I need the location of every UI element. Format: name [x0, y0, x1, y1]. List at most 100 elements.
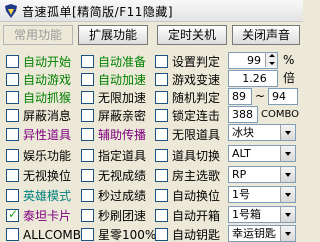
col1-option-8[interactable]: 泰坦卡片: [6, 207, 78, 224]
key-select-dropdown[interactable]: 幸运钥匙: [228, 225, 296, 242]
combo-value-field[interactable]: 388: [228, 106, 258, 123]
checkbox[interactable]: [155, 169, 168, 182]
spin-down-icon[interactable]: [265, 60, 277, 67]
checkbox[interactable]: [6, 207, 19, 222]
col2-option-9[interactable]: 星零100%: [81, 227, 157, 242]
judge-value-spinner[interactable]: 99: [228, 52, 278, 69]
option-label: 辅助传播: [98, 128, 147, 142]
col3-option-8[interactable]: 自动开箱: [155, 208, 227, 224]
option-label: 自动抓猴: [23, 91, 72, 105]
host-song-dropdown[interactable]: RP: [228, 166, 296, 183]
col2-option-4[interactable]: 辅助传播: [81, 127, 153, 143]
option-label: 娱乐功能: [23, 149, 72, 163]
checkbox[interactable]: [155, 109, 168, 122]
spin-up-icon[interactable]: [265, 53, 277, 60]
checkbox[interactable]: [155, 73, 168, 86]
mute-sound-button[interactable]: 关闭声音: [232, 25, 300, 45]
option-label: 秒刷团速: [98, 209, 147, 223]
expand-functions-button[interactable]: 扩展功能: [78, 25, 148, 45]
col1-option-5[interactable]: 娱乐功能: [6, 148, 78, 164]
checkbox[interactable]: [155, 228, 168, 241]
option-label: 自动换位: [172, 189, 221, 203]
random-max-field[interactable]: 94: [268, 88, 298, 105]
chevron-down-icon[interactable]: [280, 207, 295, 222]
col1-option-7[interactable]: 英雄模式: [6, 188, 78, 204]
option-label: 星零100%: [98, 228, 157, 242]
random-separator: ~: [255, 89, 266, 103]
col2-option-8[interactable]: 秒刷团速: [81, 208, 153, 224]
checkbox[interactable]: [81, 55, 94, 68]
chevron-down-icon[interactable]: [280, 146, 295, 161]
col1-option-9[interactable]: ALLCOMBO: [6, 227, 90, 242]
col3-option-9[interactable]: 自动钥匙: [155, 227, 227, 242]
col2-option-6[interactable]: 无视成绩: [81, 168, 153, 184]
random-min-field[interactable]: 89: [228, 88, 252, 105]
checkbox[interactable]: [6, 55, 19, 68]
col3-option-6[interactable]: 房主选歌: [155, 168, 227, 184]
col3-option-4[interactable]: 无限道具: [155, 127, 227, 143]
col2-option-5[interactable]: 指定道具: [81, 148, 153, 164]
col3-option-7[interactable]: 自动换位: [155, 188, 227, 204]
option-label: 秒过成绩: [98, 189, 147, 203]
col3-option-0[interactable]: 设置判定: [155, 54, 227, 70]
checkbox[interactable]: [6, 169, 19, 182]
checkbox[interactable]: [81, 209, 94, 222]
option-label: 房主选歌: [172, 169, 221, 183]
chevron-down-icon[interactable]: [280, 226, 295, 241]
checkbox[interactable]: [81, 149, 94, 162]
col1-option-1[interactable]: 自动游戏: [6, 72, 78, 88]
checkbox[interactable]: [155, 189, 168, 202]
item-select-dropdown[interactable]: 冰块: [228, 124, 296, 141]
checkbox[interactable]: [155, 209, 168, 222]
checkbox[interactable]: [155, 128, 168, 141]
checkbox[interactable]: [6, 189, 19, 202]
common-functions-button[interactable]: 常用功能: [3, 25, 73, 45]
checkbox[interactable]: [155, 91, 168, 104]
col2-option-7[interactable]: 秒过成绩: [81, 188, 153, 204]
checkbox[interactable]: [6, 109, 19, 122]
option-label: 自动游戏: [23, 73, 72, 87]
checkbox[interactable]: [81, 189, 94, 202]
checkbox[interactable]: [81, 109, 94, 122]
col1-option-3[interactable]: 屏蔽消息: [6, 108, 78, 124]
checkbox[interactable]: [81, 228, 94, 241]
col1-option-0[interactable]: 自动开始: [6, 54, 78, 70]
col3-option-3[interactable]: 锁定连击: [155, 108, 227, 124]
col3-option-2[interactable]: 随机判定: [155, 90, 227, 106]
switch-key-dropdown[interactable]: ALT: [228, 145, 296, 162]
checkbox[interactable]: [81, 128, 94, 141]
checkbox[interactable]: [81, 169, 94, 182]
speed-value-field[interactable]: 1.26: [228, 70, 278, 87]
checkbox[interactable]: [155, 149, 168, 162]
chevron-down-icon[interactable]: [280, 125, 295, 140]
col2-option-0[interactable]: 自动准备: [81, 54, 153, 70]
checkbox[interactable]: [6, 91, 19, 104]
chevron-down-icon[interactable]: [280, 167, 295, 182]
option-label: 异性道具: [23, 128, 72, 142]
app-icon: [5, 4, 17, 18]
checkbox[interactable]: [6, 73, 19, 86]
checkbox[interactable]: [81, 91, 94, 104]
box-select-dropdown[interactable]: 1号箱: [228, 206, 296, 223]
option-label: 泰坦卡片: [23, 209, 72, 223]
col2-option-3[interactable]: 屏蔽亲密: [81, 108, 153, 124]
chevron-down-icon[interactable]: [280, 187, 295, 202]
checkbox[interactable]: [81, 73, 94, 86]
col3-option-5[interactable]: 道具切换: [155, 148, 227, 164]
box-select-value: 1号箱: [232, 208, 261, 221]
swap-pos-dropdown[interactable]: 1号: [228, 186, 296, 203]
timer-shutdown-button[interactable]: 定时关机: [157, 25, 227, 45]
title-bar[interactable]: 音速孤单[精简版/F11隐藏]: [0, 0, 303, 22]
checkbox[interactable]: [6, 149, 19, 162]
col2-option-1[interactable]: 自动加速: [81, 72, 153, 88]
option-label: 道具切换: [172, 149, 221, 163]
item-select-value: 冰块: [232, 126, 254, 139]
checkbox[interactable]: [6, 228, 19, 241]
col1-option-6[interactable]: 无视换位: [6, 168, 78, 184]
checkbox[interactable]: [155, 55, 168, 68]
col1-option-4[interactable]: 异性道具: [6, 127, 78, 143]
col1-option-2[interactable]: 自动抓猴: [6, 90, 78, 106]
checkbox[interactable]: [6, 128, 19, 141]
col3-option-1[interactable]: 游戏变速: [155, 72, 227, 88]
col2-option-2[interactable]: 无限加速: [81, 90, 153, 106]
